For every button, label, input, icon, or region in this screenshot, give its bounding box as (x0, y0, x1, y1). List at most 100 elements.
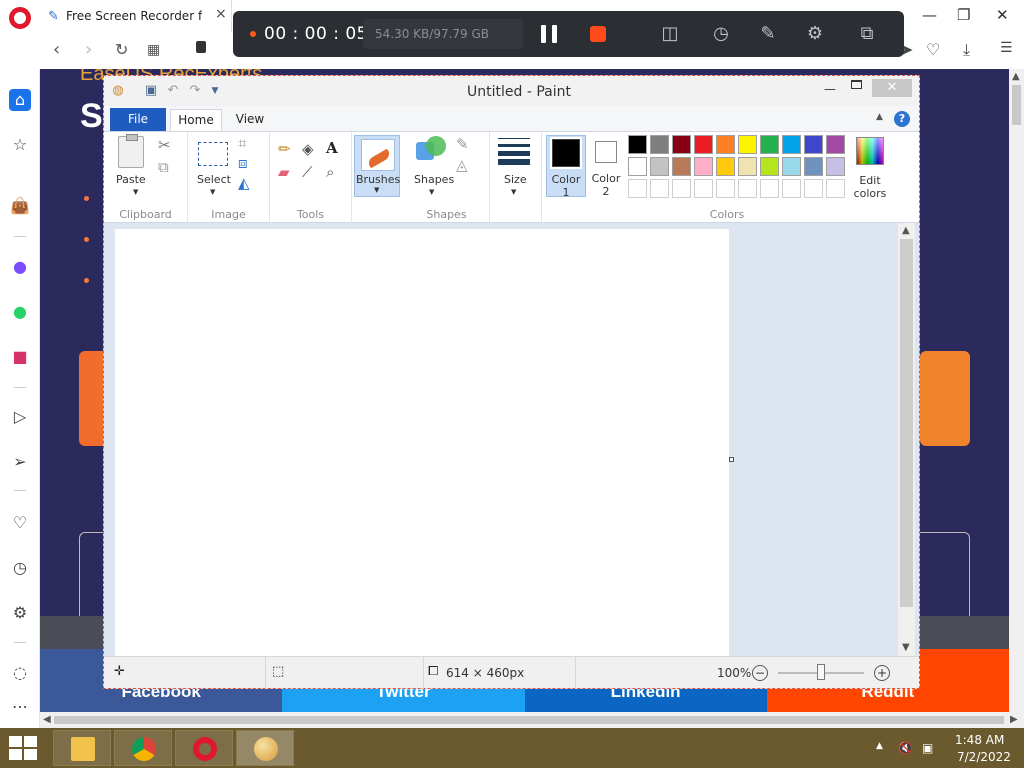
resize-icon[interactable]: ⧈ (238, 154, 248, 172)
shapes-icon[interactable] (416, 136, 446, 166)
palette-color-swatch[interactable] (826, 157, 845, 176)
home-icon[interactable]: ⌂ (9, 89, 31, 111)
chevron-down-icon[interactable]: ▼ (511, 188, 516, 196)
taskbar-opera[interactable] (175, 730, 233, 766)
palette-color-swatch[interactable] (738, 157, 757, 176)
zoom-out-button[interactable]: − (752, 665, 768, 681)
network-icon[interactable]: ▣ (922, 741, 933, 755)
paint-minimize-button[interactable]: — (824, 82, 836, 96)
back-button[interactable]: ‹ (53, 39, 60, 60)
rotate-icon[interactable]: ◭ (238, 174, 250, 192)
palette-color-swatch[interactable] (672, 135, 691, 154)
pen-icon[interactable]: ✎ (757, 23, 779, 45)
messenger-icon[interactable]: ● (9, 256, 31, 278)
opera-logo-icon[interactable] (9, 7, 31, 29)
palette-custom-swatch[interactable] (716, 179, 735, 198)
scroll-up-icon[interactable]: ▲ (1012, 71, 1020, 82)
heart-icon[interactable]: ♡ (926, 40, 940, 59)
palette-color-swatch[interactable] (694, 135, 713, 154)
send-icon[interactable]: ➢ (9, 451, 31, 473)
resize-handle[interactable] (729, 457, 734, 462)
tab-home[interactable]: Home (170, 109, 222, 132)
lightbulb-icon[interactable]: ◌ (9, 662, 31, 684)
outline-icon[interactable]: ✎ (456, 135, 469, 153)
zoom-slider-thumb[interactable] (817, 664, 825, 680)
whatsapp-icon[interactable]: ● (9, 301, 31, 323)
heart-icon[interactable]: ♡ (9, 512, 31, 534)
camera-icon[interactable]: ◫ (659, 23, 681, 45)
scroll-thumb[interactable] (900, 239, 913, 607)
instagram-icon[interactable]: ■ (9, 346, 31, 368)
close-button[interactable]: ✕ (996, 6, 1009, 24)
drawing-canvas[interactable] (115, 229, 729, 657)
scroll-right-icon[interactable]: ▶ (1010, 714, 1018, 725)
browser-horizontal-scrollbar[interactable]: ◀ ▶ (40, 712, 1024, 728)
tab-view[interactable]: View (230, 109, 270, 132)
scroll-thumb[interactable] (54, 716, 1004, 724)
maximize-button[interactable]: ❐ (957, 6, 970, 24)
eraser-icon[interactable]: ▰ (278, 163, 290, 181)
color-picker-icon[interactable]: ⟋ (302, 163, 313, 181)
browser-tab[interactable]: ✎ Free Screen Recorder for P × (42, 0, 232, 32)
fill-style-icon[interactable]: ◬ (456, 156, 468, 174)
gear-icon[interactable]: ⚙ (804, 23, 826, 45)
crop-icon[interactable]: ⧉ (856, 23, 878, 45)
palette-color-swatch[interactable] (782, 157, 801, 176)
tab-close-icon[interactable]: × (215, 6, 227, 22)
copy-icon[interactable]: ⧉ (158, 158, 169, 176)
palette-color-swatch[interactable] (826, 135, 845, 154)
palette-color-swatch[interactable] (760, 157, 779, 176)
text-icon[interactable]: A (326, 139, 338, 157)
palette-custom-swatch[interactable] (826, 179, 845, 198)
palette-color-swatch[interactable] (628, 157, 647, 176)
reload-button[interactable]: ↻ (115, 40, 128, 59)
star-icon[interactable]: ☆ (9, 134, 31, 156)
taskbar-file-explorer[interactable] (53, 730, 111, 766)
paint-maximize-button[interactable] (851, 80, 862, 89)
palette-color-swatch[interactable] (738, 135, 757, 154)
palette-custom-swatch[interactable] (782, 179, 801, 198)
palette-color-swatch[interactable] (782, 135, 801, 154)
tabs-grid-icon[interactable]: ▦ (147, 42, 160, 58)
palette-color-swatch[interactable] (694, 157, 713, 176)
scroll-down-icon[interactable]: ▼ (902, 642, 910, 653)
select-icon[interactable] (198, 142, 228, 166)
pause-button[interactable] (541, 25, 559, 43)
chevron-down-icon[interactable]: ▼ (210, 188, 215, 196)
size-icon[interactable] (498, 138, 530, 165)
download-icon[interactable]: ⤓ (963, 40, 970, 60)
volume-muted-icon[interactable]: 🔇 (898, 741, 913, 755)
clock-time[interactable]: 1:48 AM (955, 733, 1004, 747)
fill-icon[interactable]: ◈ (302, 140, 314, 158)
zoom-in-button[interactable]: + (874, 665, 890, 681)
palette-custom-swatch[interactable] (650, 179, 669, 198)
palette-color-swatch[interactable] (760, 135, 779, 154)
size-button[interactable]: Size (504, 173, 527, 186)
pencil-icon[interactable]: ✏ (278, 140, 291, 158)
palette-color-swatch[interactable] (628, 135, 647, 154)
color2-button[interactable] (595, 141, 617, 163)
forward-button[interactable]: › (85, 39, 92, 60)
paste-button[interactable]: Paste (116, 173, 146, 186)
palette-color-swatch[interactable] (650, 135, 669, 154)
magnifier-icon[interactable]: ⌕ (326, 163, 334, 181)
more-icon[interactable]: ⋯ (9, 696, 31, 718)
palette-custom-swatch[interactable] (760, 179, 779, 198)
brushes-button[interactable]: Brushes ▼ (354, 135, 400, 197)
palette-custom-swatch[interactable] (672, 179, 691, 198)
tab-file[interactable]: File (110, 108, 166, 131)
help-icon[interactable]: ? (894, 111, 910, 127)
palette-color-swatch[interactable] (650, 157, 669, 176)
player-icon[interactable]: ▷ (9, 406, 31, 428)
palette-custom-swatch[interactable] (628, 179, 647, 198)
select-button[interactable]: Select (197, 173, 231, 186)
palette-custom-swatch[interactable] (804, 179, 823, 198)
taskbar-chrome[interactable] (114, 730, 172, 766)
scroll-up-icon[interactable]: ▲ (902, 225, 910, 236)
palette-custom-swatch[interactable] (738, 179, 757, 198)
minimize-button[interactable]: — (922, 6, 937, 24)
scroll-thumb[interactable] (1012, 85, 1021, 125)
start-button[interactable] (9, 736, 39, 760)
menu-icon[interactable]: ☰ (1000, 40, 1013, 56)
crop-icon[interactable]: ⌗ (238, 134, 246, 152)
